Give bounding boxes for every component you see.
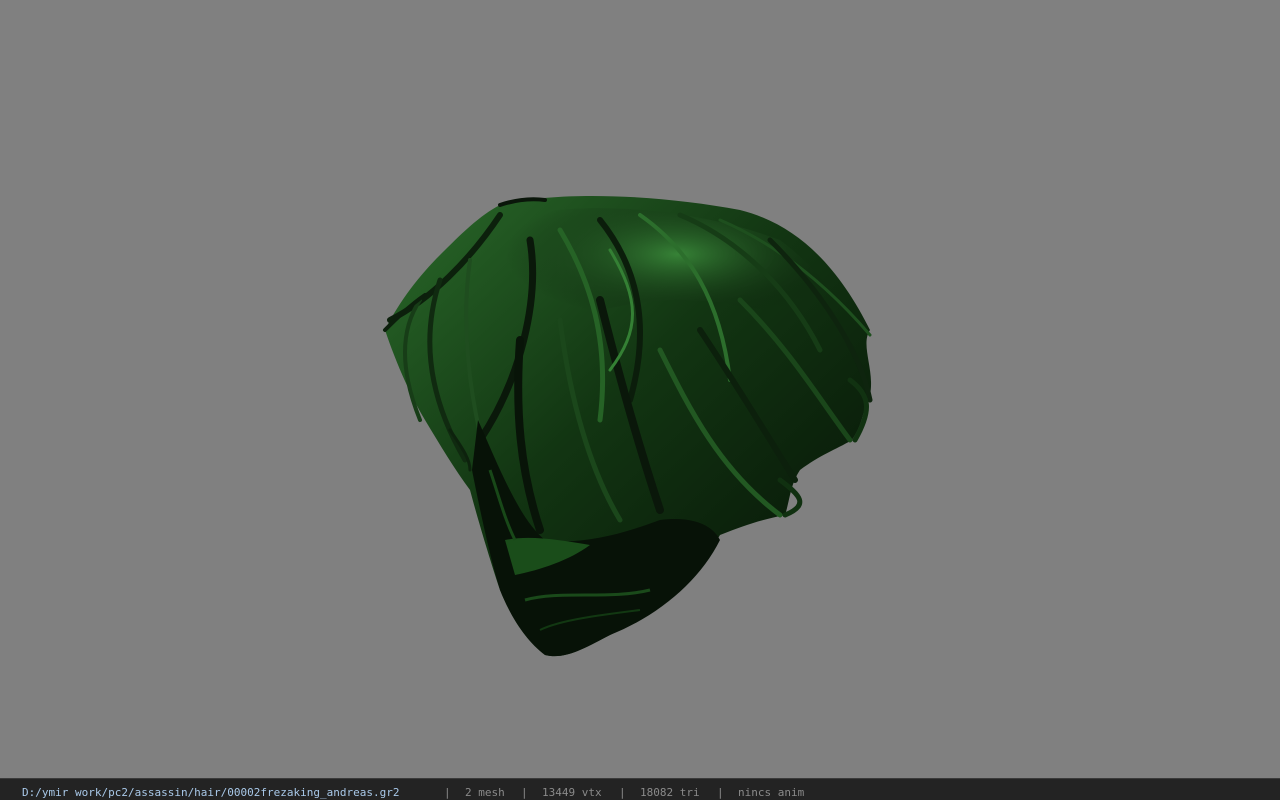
hair-model-render[interactable] [0,0,1280,778]
status-triangle-count: 18082 tri [640,786,700,799]
status-file-path: D:/ymir work/pc2/assassin/hair/00002frez… [22,786,400,799]
status-anim-state: nincs anim [738,786,805,799]
status-vertex-count: 13449 vtx [542,786,602,799]
status-separator: | [521,786,528,799]
status-separator: | [619,786,626,799]
3d-viewport[interactable] [0,0,1280,778]
status-mesh-count: 2 mesh [465,786,505,799]
status-separator: | [444,786,451,799]
status-separator: | [717,786,724,799]
status-bar: D:/ymir work/pc2/assassin/hair/00002frez… [0,778,1280,800]
